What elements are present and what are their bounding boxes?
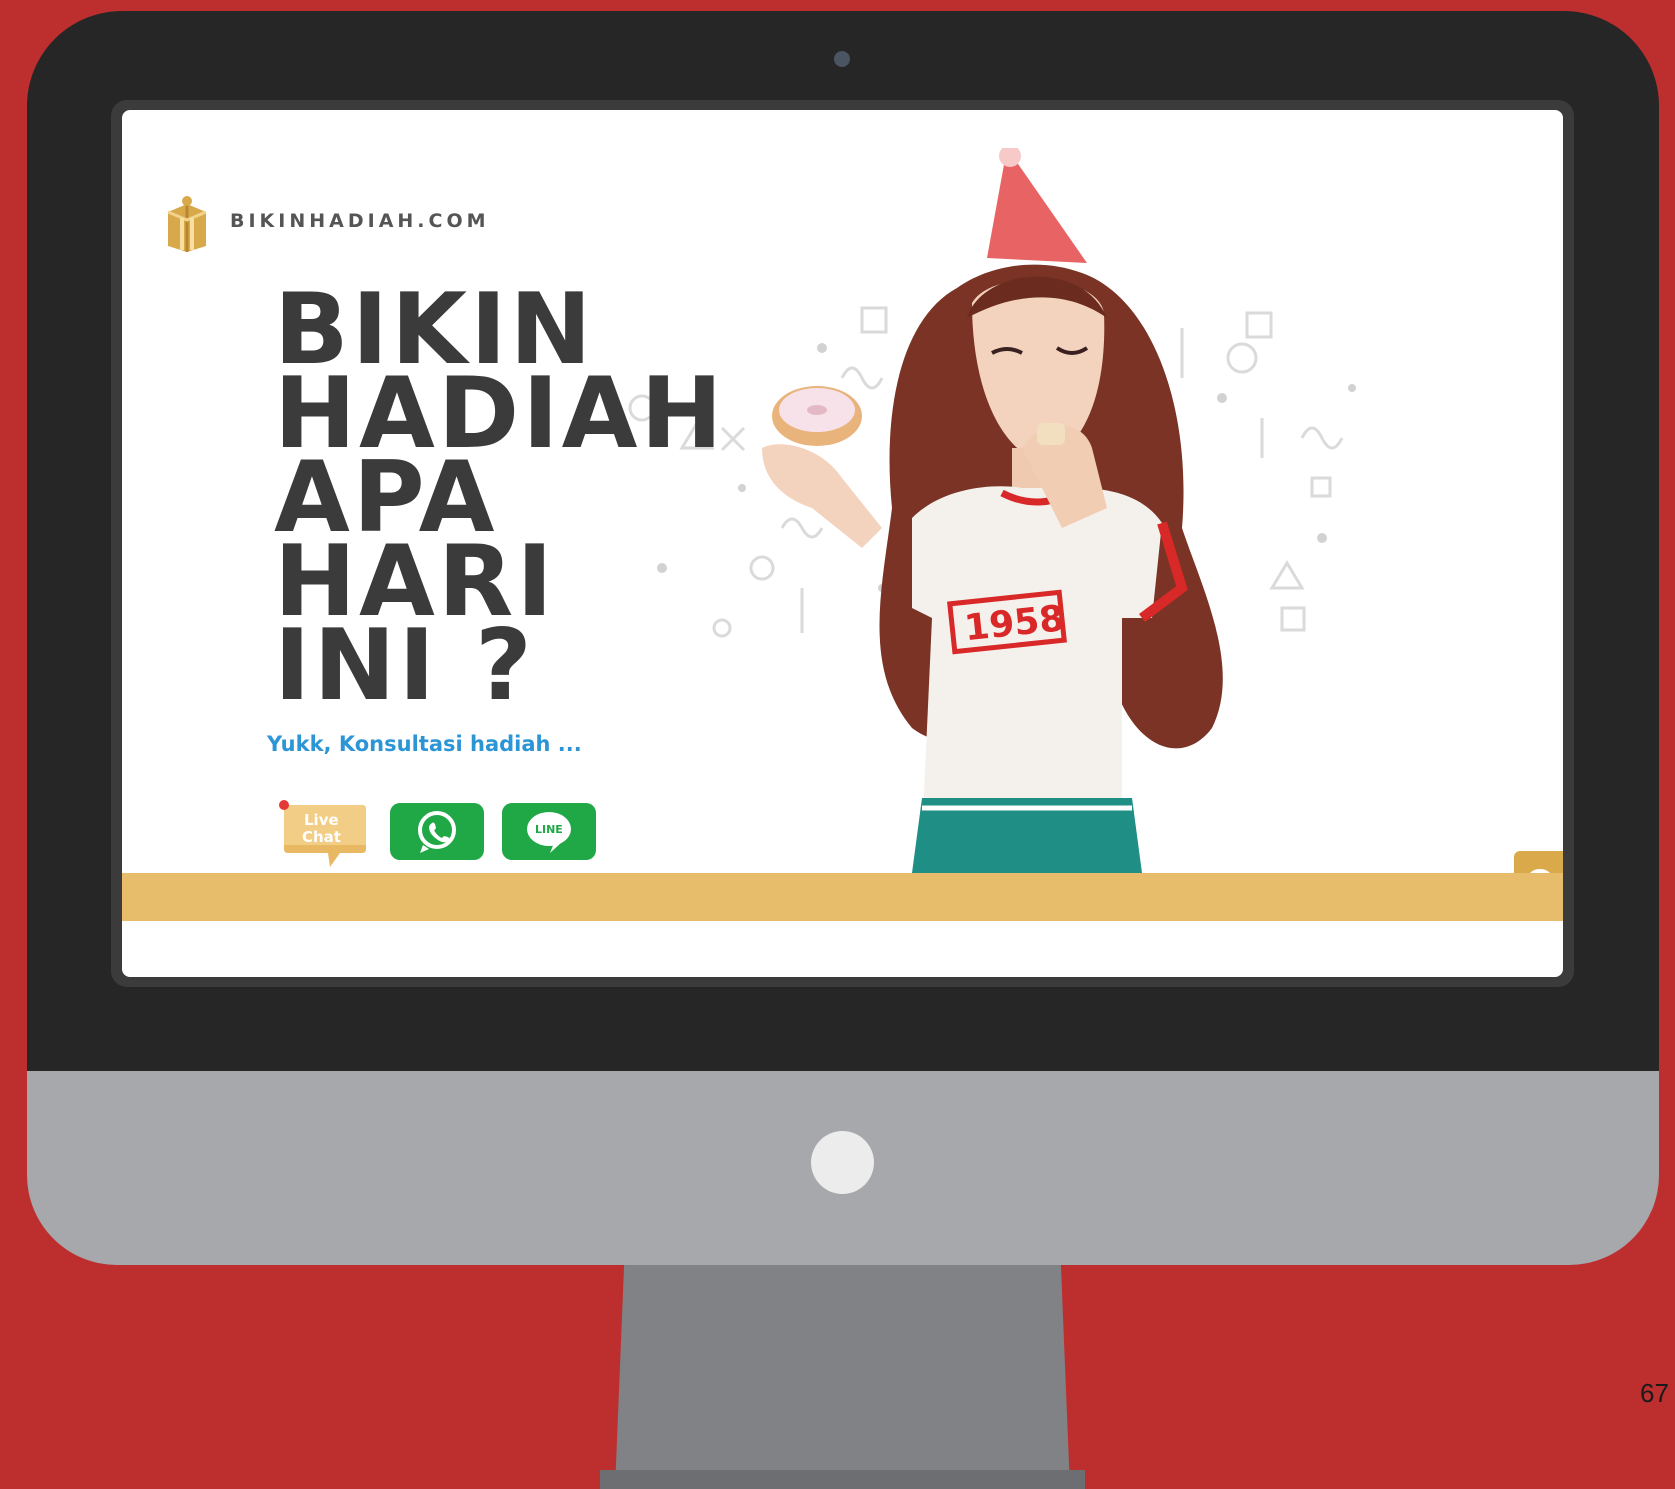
brand-name[interactable]: BIKINHADIAH.COM (230, 210, 490, 232)
hero-section: 1958 BIKINHADIAH.COM BIKIN HADIAH APA HA… (122, 148, 1563, 873)
whatsapp-icon (418, 811, 456, 853)
girl-model: 1958 (762, 148, 1223, 873)
line-button[interactable]: LINE (502, 803, 596, 860)
chat-bubble-icon (1530, 869, 1550, 873)
hero-subtitle: Yukk, Konsultasi hadiah ... (267, 732, 582, 756)
live-chat-button[interactable]: Live Chat (278, 799, 368, 869)
monitor-logo-button (811, 1131, 874, 1194)
live-chat-label: Live (304, 811, 339, 829)
side-chat-tab[interactable] (1514, 851, 1563, 873)
line-icon: LINE (527, 812, 571, 853)
gift-logo-icon (167, 196, 207, 252)
line-label: LINE (535, 823, 563, 836)
hero-headline: BIKIN HADIAH APA HARI INI ? (274, 281, 726, 723)
monitor-stand-foot (600, 1470, 1085, 1489)
live-chat-label: Chat (302, 828, 341, 846)
whatsapp-button[interactable] (390, 803, 484, 860)
monitor-stand (615, 1265, 1070, 1489)
camera-dot (834, 51, 850, 67)
screen: 1958 BIKINHADIAH.COM BIKIN HADIAH APA HA… (111, 100, 1574, 987)
browser-viewport: 1958 BIKINHADIAH.COM BIKIN HADIAH APA HA… (122, 110, 1563, 977)
headline-line: INI ? (274, 609, 535, 723)
page-number: 67 (1640, 1378, 1669, 1408)
gold-band (122, 873, 1563, 921)
